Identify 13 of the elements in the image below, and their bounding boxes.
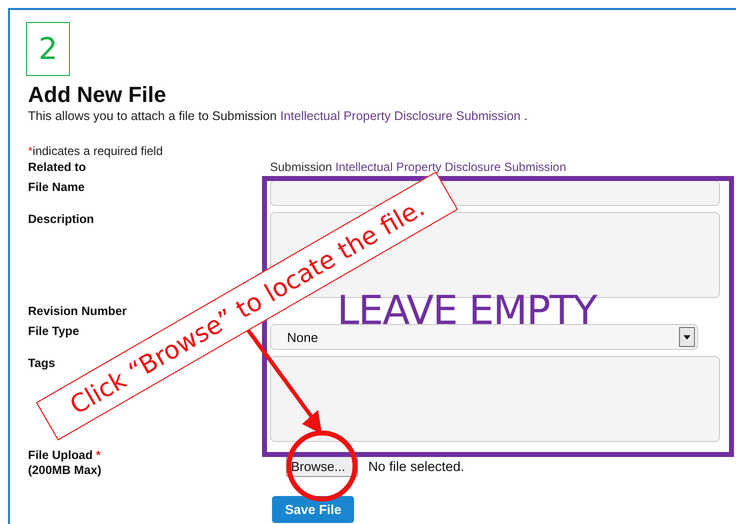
caret-icon bbox=[679, 327, 695, 347]
submission-link[interactable]: Intellectual Property Disclosure Submission bbox=[280, 109, 521, 123]
step-number: 2 bbox=[26, 22, 70, 76]
page-title: Add New File bbox=[28, 82, 168, 108]
required-note: *indicates a required field bbox=[28, 144, 164, 158]
field-label: File Upload * (200MB Max) bbox=[27, 447, 102, 478]
file-type-select[interactable]: None bbox=[270, 324, 698, 350]
highlight-circle bbox=[286, 430, 358, 502]
submission-link[interactable]: Intellectual Property Disclosure Submission bbox=[335, 160, 566, 174]
file-status: No file selected. bbox=[368, 459, 464, 474]
save-button[interactable]: Save File bbox=[272, 496, 354, 523]
intro-text: This allows you to attach a file to Submission Intellectual Property Disclosure Submission . bbox=[28, 108, 529, 124]
related-value: Submission Intellectual Property Disclosure Submission bbox=[270, 159, 568, 174]
